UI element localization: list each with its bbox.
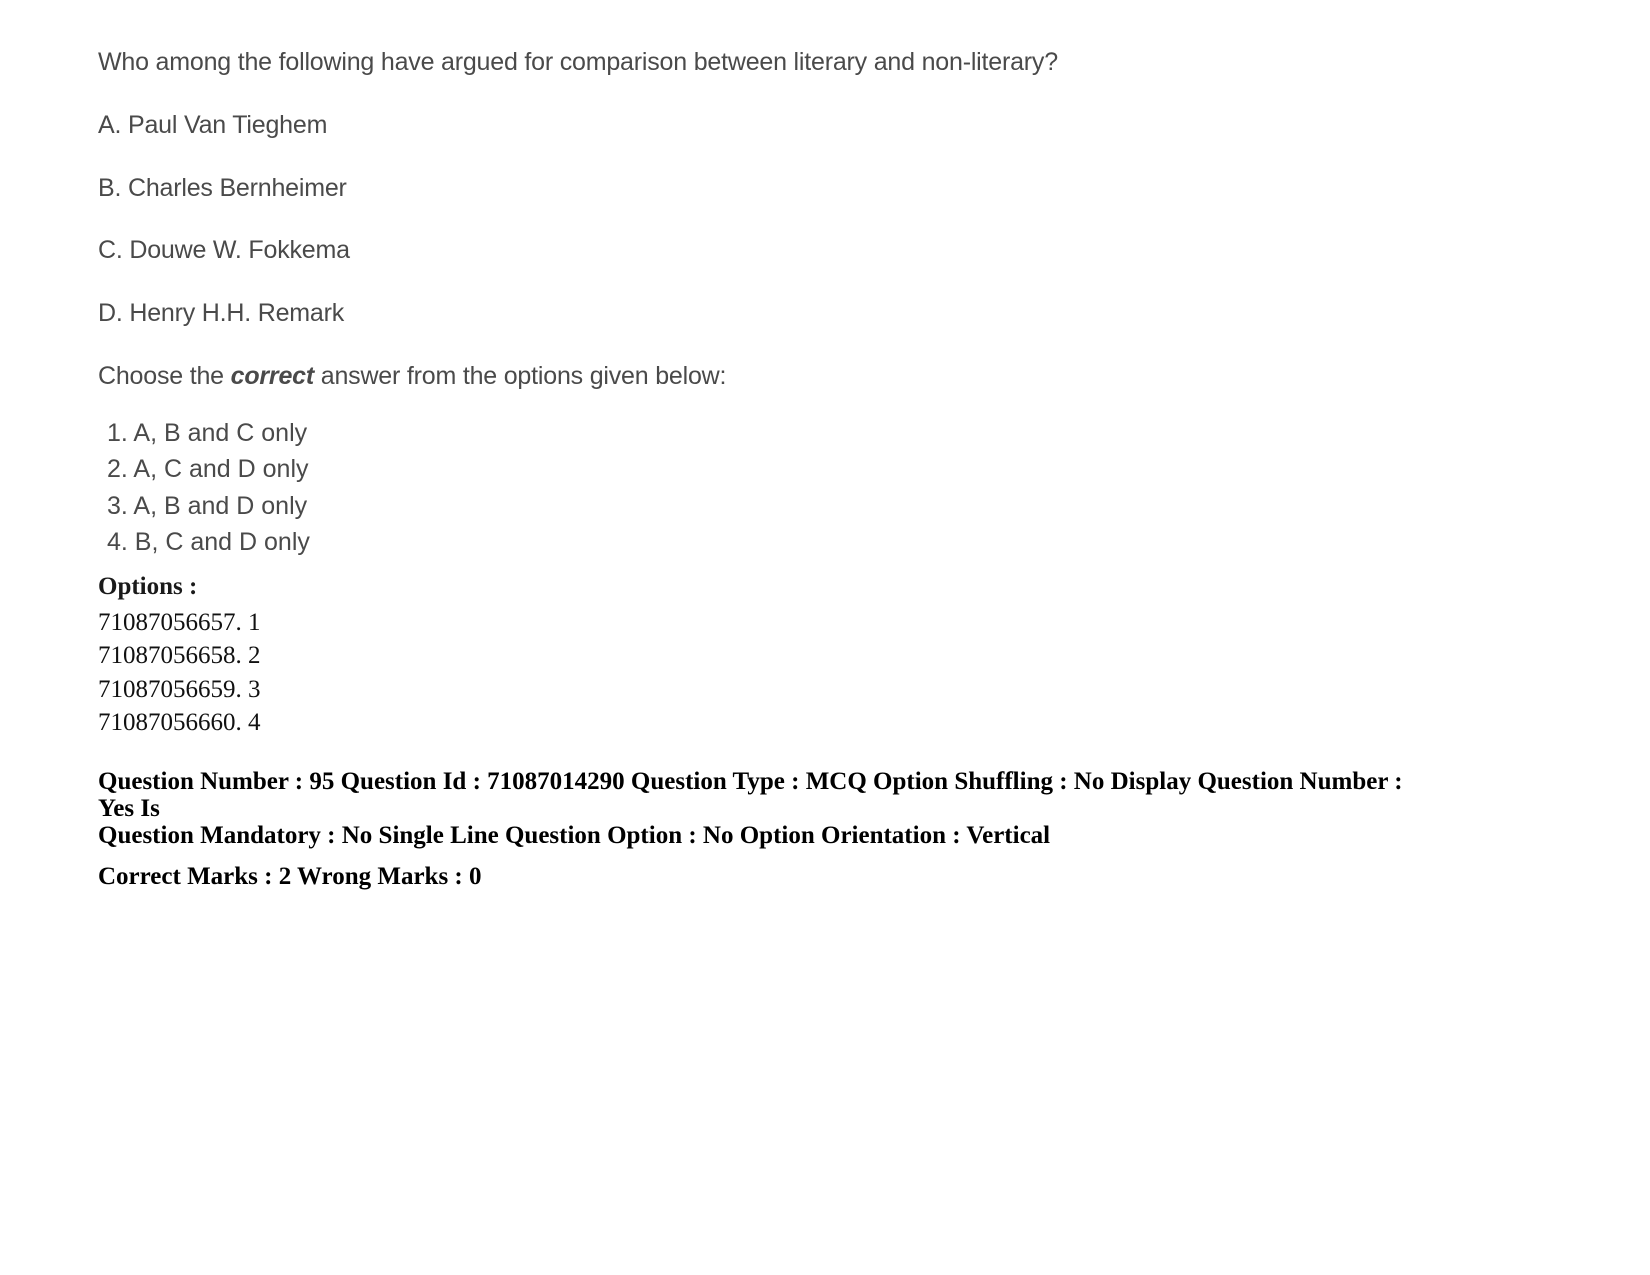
answer-choice-1[interactable]: 1. A, B and C only xyxy=(98,415,1558,452)
statement-d: D. Henry H.H. Remark xyxy=(98,299,345,327)
question-metadata: Question Number : 95 Question Id : 71087… xyxy=(98,768,1438,890)
metadata-line-3: Correct Marks : 2 Wrong Marks : 0 xyxy=(98,863,482,890)
question-stem: Who among the following have argued for … xyxy=(98,48,1058,76)
statement-c: C. Douwe W. Fokkema xyxy=(98,236,350,265)
choose-instruction: Choose the correct answer from the optio… xyxy=(98,362,1558,391)
options-section: Options : 71087056657. 1 71087056658. 2 … xyxy=(98,571,1558,740)
metadata-line-2: Question Mandatory : No Single Line Ques… xyxy=(98,822,1051,849)
answer-choice-list: 1. A, B and C only 2. A, C and D only 3.… xyxy=(98,415,1558,561)
metadata-line-primary: Question Number : 95 Question Id : 71087… xyxy=(98,768,1438,849)
choose-instruction-prefix: Choose the xyxy=(98,361,231,390)
option-id-4: 71087056660. 4 xyxy=(98,708,261,736)
option-id-1: 71087056657. 1 xyxy=(98,609,261,636)
option-id-2: 71087056658. 2 xyxy=(98,642,261,670)
statement-a: A. Paul Van Tieghem xyxy=(98,110,328,139)
answer-choice-3[interactable]: 3. A, B and D only xyxy=(98,488,1558,525)
question-content: Who among the following have argued for … xyxy=(98,48,1558,739)
choose-instruction-emphasis: correct xyxy=(230,361,315,390)
options-heading: Options : xyxy=(98,572,198,600)
answer-choice-2[interactable]: 2. A, C and D only xyxy=(98,451,1558,488)
option-id-3: 71087056659. 3 xyxy=(98,675,261,703)
choose-instruction-suffix: answer from the options given below: xyxy=(314,361,727,390)
answer-choice-4[interactable]: 4. B, C and D only xyxy=(98,524,1558,561)
metadata-line-1: Question Number : 95 Question Id : 71087… xyxy=(98,768,1403,822)
question-page: Who among the following have argued for … xyxy=(0,0,1650,1275)
statement-b: B. Charles Bernheimer xyxy=(98,173,347,202)
